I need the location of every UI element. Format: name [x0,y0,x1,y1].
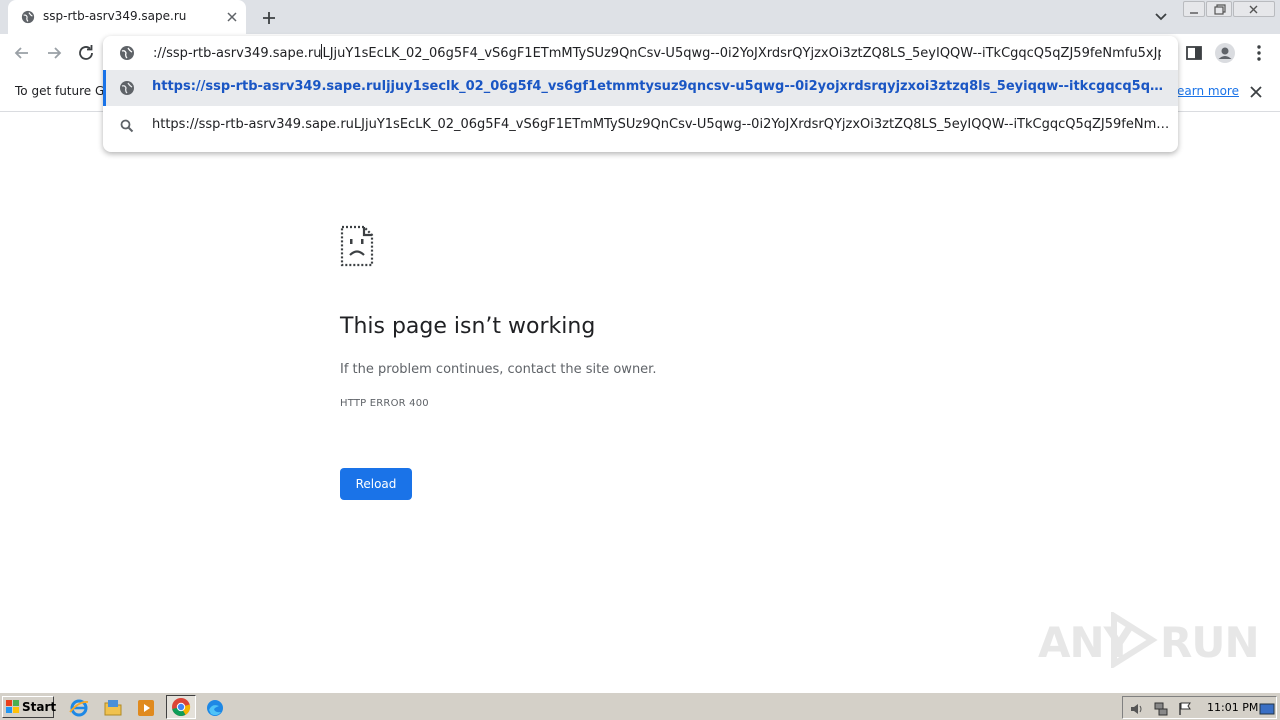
reload-icon[interactable] [75,42,97,64]
selection-indicator [103,70,106,106]
back-arrow-icon[interactable] [11,42,33,64]
side-panel-icon[interactable] [1183,42,1205,64]
forward-arrow-icon[interactable] [43,42,65,64]
tab-strip: ssp-rtb-asrv349.sape.ru [0,0,1280,34]
watermark-text-right: RUN [1160,618,1260,667]
edge-icon[interactable] [204,697,226,719]
suggestion-text: https://ssp-rtb-asrv349.sape.ruLJjuY1sEc… [152,117,1170,132]
browser-tab[interactable]: ssp-rtb-asrv349.sape.ru [8,0,246,34]
suggestion-text: https://ssp-rtb-asrv349.sape.ruljjuy1sec… [152,79,1170,94]
folder-icon[interactable] [102,697,124,719]
network-icon[interactable] [1153,701,1169,717]
flag-icon[interactable] [1177,701,1193,717]
chrome-icon [172,698,191,717]
close-icon[interactable] [224,9,240,25]
system-tray: 11:01 PM [1122,696,1277,719]
taskbar-chrome-button[interactable] [166,695,196,719]
close-icon [1249,5,1258,14]
tab-title: ssp-rtb-asrv349.sape.ru [43,9,187,23]
window-minimize-button[interactable] [1183,1,1205,17]
taskbar: Start 11:01 PM [0,692,1280,720]
ie-icon[interactable] [68,697,90,719]
restore-icon [1214,4,1226,15]
suggestion-row-search[interactable]: https://ssp-rtb-asrv349.sape.ruLJjuY1sEc… [103,108,1178,144]
omnibox-input[interactable]: ://ssp-rtb-asrv349.sape.ruLJjuY1sEcLK_02… [103,36,1178,70]
omnibox-url-text: ://ssp-rtb-asrv349.sape.ruLJjuY1sEcLK_02… [153,44,1161,61]
clock: 11:01 PM [1207,701,1259,714]
reload-button[interactable]: Reload [340,468,412,500]
profile-avatar-icon[interactable] [1214,42,1236,64]
screen: ssp-rtb-asrv349.sape.ru To get future G … [0,0,1280,720]
search-icon [120,119,134,133]
sad-page-icon [340,225,374,267]
windows-logo-icon [6,700,19,713]
info-bar-text: To get future G [15,84,105,98]
error-title: This page isn’t working [340,314,596,339]
window-close-button[interactable] [1233,1,1275,17]
volume-icon[interactable] [1129,701,1145,717]
kebab-menu-icon[interactable] [1248,42,1270,64]
globe-icon [120,46,134,60]
start-button[interactable]: Start [2,696,57,718]
omnibox-text-before-caret: ://ssp-rtb-asrv349.sape.ru [153,46,322,61]
globe-icon [21,10,35,24]
new-tab-plus-icon[interactable] [258,7,280,29]
start-label: Start [22,700,57,714]
omnibox-text-after-caret: LJjuY1sEcLK_02_06g5F4_vS6gF1ETmMTySUz9Qn… [322,46,1161,61]
minimize-icon [1190,12,1198,14]
media-player-icon[interactable] [135,697,157,719]
show-desktop-icon[interactable] [1259,701,1275,717]
suggestion-row-url[interactable]: https://ssp-rtb-asrv349.sape.ruljjuy1sec… [103,70,1178,106]
chevron-down-icon[interactable] [1151,8,1171,26]
anyrun-watermark: ANY RUN [1038,610,1260,670]
play-logo-icon [1111,612,1158,668]
window-restore-button[interactable] [1206,1,1232,17]
close-icon[interactable] [1248,84,1264,100]
omnibox-dropdown: ://ssp-rtb-asrv349.sape.ruLJjuY1sEcLK_02… [103,36,1178,152]
globe-icon [120,81,134,95]
error-message: If the problem continues, contact the si… [340,362,657,377]
error-code: HTTP ERROR 400 [340,398,429,409]
learn-more-link[interactable]: earn more [1177,84,1239,98]
